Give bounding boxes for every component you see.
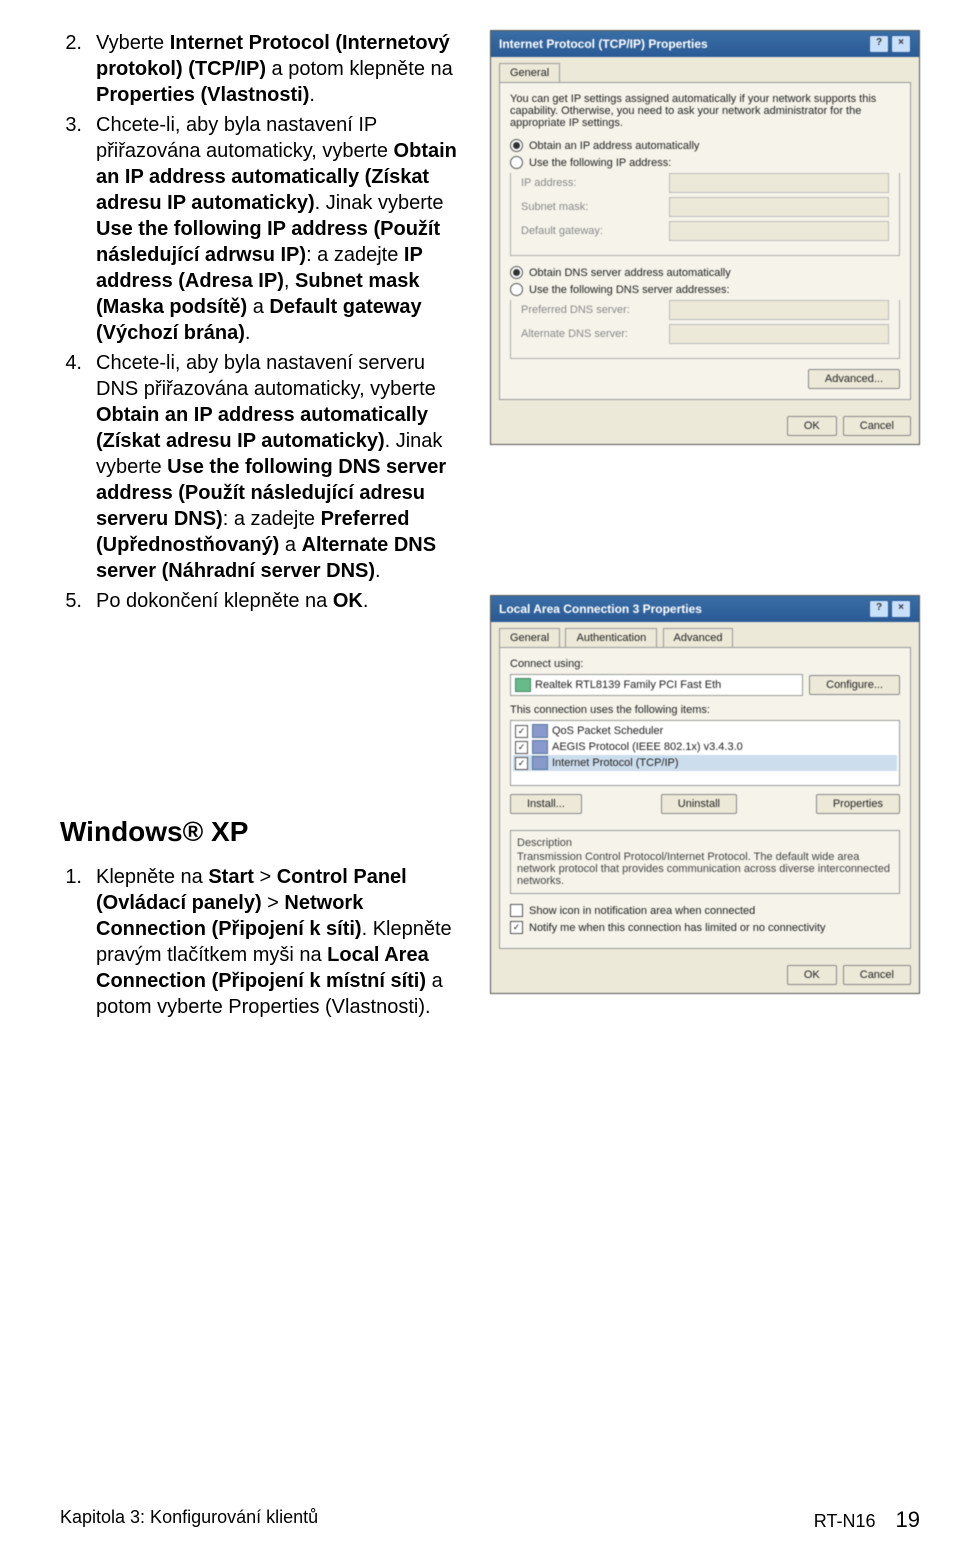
- list-item: 1.Klepněte na Start > Control Panel (Ovl…: [60, 864, 460, 1020]
- footer-chapter: Kapitola 3: Konfigurování klientů: [60, 1507, 318, 1533]
- heading-windows-xp: Windows® XP: [60, 814, 460, 850]
- dialog-title: Internet Protocol (TCP/IP) Properties: [499, 37, 708, 51]
- protocol-icon: [532, 756, 548, 770]
- xp-step-list: 1.Klepněte na Start > Control Panel (Ovl…: [60, 864, 460, 1020]
- radio-obtain-ip[interactable]: [510, 139, 523, 152]
- list-number: 4.: [60, 350, 82, 584]
- tab-general[interactable]: General: [499, 628, 560, 647]
- list-body: Po dokončení klepněte na OK.: [96, 588, 460, 614]
- ip-address-field: [669, 173, 889, 193]
- checkbox-notify[interactable]: ✓: [510, 921, 523, 934]
- radio-use-dns[interactable]: [510, 283, 523, 296]
- intro-text: You can get IP settings assigned automat…: [510, 93, 900, 129]
- list-body: Klepněte na Start > Control Panel (Ovlád…: [96, 864, 460, 1020]
- gateway-field: [669, 221, 889, 241]
- protocol-icon: [532, 724, 548, 738]
- list-number: 5.: [60, 588, 82, 614]
- list-item: 5. Po dokončení klepněte na OK.: [60, 588, 460, 614]
- close-icon[interactable]: ×: [891, 35, 911, 53]
- properties-button[interactable]: Properties: [816, 794, 900, 814]
- install-button[interactable]: Install...: [510, 794, 582, 814]
- dialog-title: Local Area Connection 3 Properties: [499, 602, 702, 616]
- protocol-listbox[interactable]: ✓QoS Packet Scheduler ✓AEGIS Protocol (I…: [510, 720, 900, 786]
- cancel-button[interactable]: Cancel: [843, 965, 911, 985]
- instruction-list: 2.Vyberte Internet Protocol (Internetový…: [60, 30, 460, 614]
- description-body: Transmission Control Protocol/Internet P…: [517, 851, 893, 887]
- protocol-icon: [532, 740, 548, 754]
- checkbox-icon[interactable]: ✓: [515, 757, 528, 770]
- tab-general[interactable]: General: [499, 63, 560, 82]
- connect-using-label: Connect using:: [510, 658, 900, 670]
- close-icon[interactable]: ×: [891, 600, 911, 618]
- list-number: 1.: [60, 864, 82, 1020]
- radio-obtain-dns[interactable]: [510, 266, 523, 279]
- subnet-field: [669, 197, 889, 217]
- checkbox-icon[interactable]: ✓: [515, 741, 528, 754]
- ok-button[interactable]: OK: [787, 416, 837, 436]
- list-item: 2.Vyberte Internet Protocol (Internetový…: [60, 30, 460, 108]
- help-icon[interactable]: ?: [869, 600, 889, 618]
- tab-advanced[interactable]: Advanced: [663, 628, 734, 647]
- footer-right: RT-N16 19: [814, 1507, 920, 1533]
- dialog-ip-properties: Internet Protocol (TCP/IP) Properties ? …: [490, 30, 920, 445]
- description-heading: Description: [517, 837, 893, 849]
- cancel-button[interactable]: Cancel: [843, 416, 911, 436]
- uses-label: This connection uses the following items…: [510, 704, 900, 716]
- advanced-button[interactable]: Advanced...: [808, 369, 900, 389]
- list-item: 4.Chcete-li, aby byla nastavení serveru …: [60, 350, 460, 584]
- checkbox-tray[interactable]: [510, 904, 523, 917]
- nic-field: Realtek RTL8139 Family PCI Fast Eth: [510, 674, 803, 696]
- list-body: Vyberte Internet Protocol (Internetový p…: [96, 30, 460, 108]
- list-number: 2.: [60, 30, 82, 108]
- radio-use-ip[interactable]: [510, 156, 523, 169]
- list-body: Chcete-li, aby byla nastavení serveru DN…: [96, 350, 460, 584]
- nic-icon: [515, 678, 531, 692]
- list-number: 3.: [60, 112, 82, 346]
- list-body: Chcete-li, aby byla nastavení IP přiřazo…: [96, 112, 460, 346]
- dialog-lan-properties: Local Area Connection 3 Properties ? × G…: [490, 595, 920, 994]
- pref-dns-field: [669, 300, 889, 320]
- checkbox-icon[interactable]: ✓: [515, 725, 528, 738]
- ok-button[interactable]: OK: [787, 965, 837, 985]
- configure-button[interactable]: Configure...: [809, 675, 900, 695]
- alt-dns-field: [669, 324, 889, 344]
- tab-authentication[interactable]: Authentication: [565, 628, 657, 647]
- help-icon[interactable]: ?: [869, 35, 889, 53]
- uninstall-button[interactable]: Uninstall: [661, 794, 737, 814]
- list-item: 3.Chcete-li, aby byla nastavení IP přiřa…: [60, 112, 460, 346]
